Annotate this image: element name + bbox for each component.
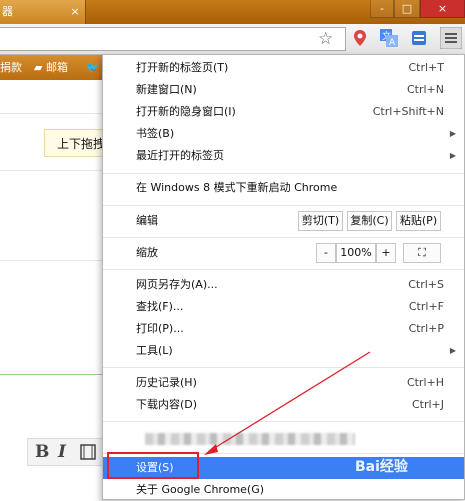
menu-separator (103, 173, 464, 174)
cut-button[interactable]: 剪切(T) (298, 211, 343, 231)
menu-item-new-window[interactable]: 新建窗口(N) Ctrl+N (103, 79, 464, 101)
star-icon[interactable]: ☆ (318, 29, 333, 49)
map-pin-icon[interactable] (351, 29, 369, 47)
cast-icon[interactable] (410, 29, 428, 47)
svg-text:A: A (389, 38, 396, 47)
menu-separator (103, 367, 464, 368)
chevron-right-icon: ▶ (449, 129, 456, 138)
highlight-box (107, 452, 199, 479)
divider (0, 374, 110, 375)
tab-title: 器 (2, 5, 13, 18)
menu-item-history[interactable]: 历史记录(H) Ctrl+H (103, 372, 464, 394)
paste-button[interactable]: 粘贴(P) (396, 211, 441, 231)
format-toolbar: B I (27, 438, 107, 466)
minimize-button[interactable]: - (370, 0, 394, 18)
bold-button[interactable]: B (35, 442, 49, 462)
italic-button[interactable]: I (58, 442, 66, 462)
fullscreen-icon[interactable]: ⛶ (403, 243, 441, 263)
menu-item-find[interactable]: 查找(F)... Ctrl+F (103, 296, 464, 318)
address-bar[interactable]: ☆ (0, 27, 346, 51)
translate-icon[interactable]: 文 A (380, 29, 398, 47)
menu-item-bookmarks[interactable]: 书签(B) ▶ (103, 123, 464, 145)
chrome-menu: 打开新的标签页(T) Ctrl+T 新建窗口(N) Ctrl+N 打开新的隐身窗… (102, 54, 465, 500)
menu-separator (103, 421, 464, 422)
divider (0, 170, 110, 171)
menu-item-restart-win8[interactable]: 在 Windows 8 模式下重新启动 Chrome (103, 177, 464, 199)
browser-toolbar: ☆ 文 A (0, 24, 465, 55)
close-window-button[interactable]: × (420, 0, 465, 18)
watermark: Bai经验 (355, 459, 408, 475)
film-icon[interactable] (80, 444, 96, 460)
menu-item-print[interactable]: 打印(P)... Ctrl+P (103, 318, 464, 340)
zoom-out-button[interactable]: - (316, 243, 336, 263)
menu-separator (103, 237, 464, 238)
maximize-button[interactable]: □ (394, 0, 420, 18)
menu-item-downloads[interactable]: 下载内容(D) Ctrl+J (103, 394, 464, 416)
menu-item-incognito[interactable]: 打开新的隐身窗口(I) Ctrl+Shift+N (103, 101, 464, 123)
tab-close-icon[interactable]: × (68, 0, 82, 24)
chevron-right-icon: ▶ (449, 346, 456, 355)
blurred-account-row (145, 433, 355, 445)
divider (0, 260, 110, 261)
folder-icon: ▰ (34, 61, 43, 74)
bird-icon[interactable]: 🐦 (86, 55, 100, 80)
copy-button[interactable]: 复制(C) (347, 211, 392, 231)
chevron-right-icon: ▶ (449, 151, 456, 160)
menu-icon[interactable] (440, 27, 462, 49)
title-bar: 器 × - □ × (0, 0, 465, 24)
menu-item-recent-tabs[interactable]: 最近打开的标签页 ▶ (103, 145, 464, 167)
bookmark-item[interactable]: 捐款 (0, 55, 22, 80)
bookmark-label: 邮箱 (45, 61, 68, 74)
menu-separator (103, 269, 464, 270)
menu-item-new-tab[interactable]: 打开新的标签页(T) Ctrl+T (103, 57, 464, 79)
menu-item-about[interactable]: 关于 Google Chrome(G) (103, 479, 464, 501)
bookmark-item[interactable]: ▰ 邮箱 (34, 55, 68, 80)
zoom-level: 100% (336, 243, 376, 263)
menu-item-tools[interactable]: 工具(L) ▶ (103, 340, 464, 362)
menu-item-save-page[interactable]: 网页另存为(A)... Ctrl+S (103, 274, 464, 296)
zoom-in-button[interactable]: + (376, 243, 396, 263)
divider (0, 113, 110, 114)
menu-separator (103, 205, 464, 206)
